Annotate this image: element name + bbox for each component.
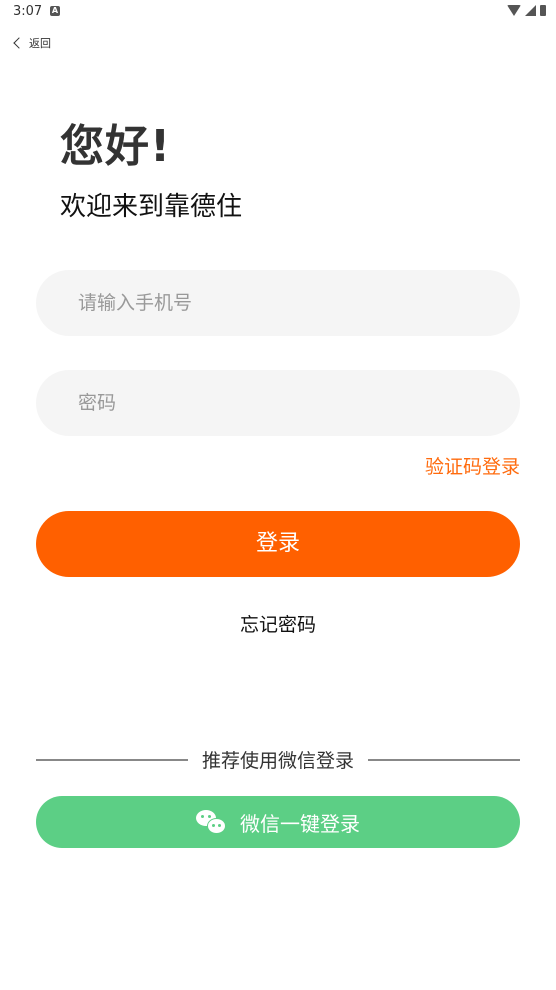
battery-icon xyxy=(540,5,546,16)
back-label: 返回 xyxy=(29,37,51,50)
forgot-password-link[interactable]: 忘记密码 xyxy=(0,610,556,637)
password-input[interactable] xyxy=(36,370,520,436)
status-bar: 3:07 A xyxy=(0,0,556,24)
divider-line-left xyxy=(36,759,188,761)
greeting-title: 您好! xyxy=(60,121,172,172)
welcome-subtitle: 欢迎来到靠德住 xyxy=(60,192,243,222)
code-login-link[interactable]: 验证码登录 xyxy=(425,452,520,479)
divider-line-right xyxy=(368,759,520,761)
chevron-left-icon xyxy=(13,37,25,49)
wechat-login-button[interactable]: 微信一键登录 xyxy=(36,796,520,848)
notification-icon: A xyxy=(50,6,60,16)
wifi-icon xyxy=(507,5,521,16)
status-time: 3:07 xyxy=(13,4,43,19)
login-button[interactable]: 登录 xyxy=(36,511,520,577)
wechat-divider-label: 推荐使用微信登录 xyxy=(201,750,354,772)
phone-input[interactable] xyxy=(36,270,520,336)
password-field[interactable] xyxy=(36,370,520,436)
back-button[interactable]: 返回 xyxy=(12,33,51,53)
wechat-login-label: 微信一键登录 xyxy=(240,811,360,836)
status-icons xyxy=(507,5,546,16)
phone-field[interactable] xyxy=(36,270,520,336)
wechat-icon xyxy=(196,810,226,834)
cell-signal-icon xyxy=(525,5,536,16)
